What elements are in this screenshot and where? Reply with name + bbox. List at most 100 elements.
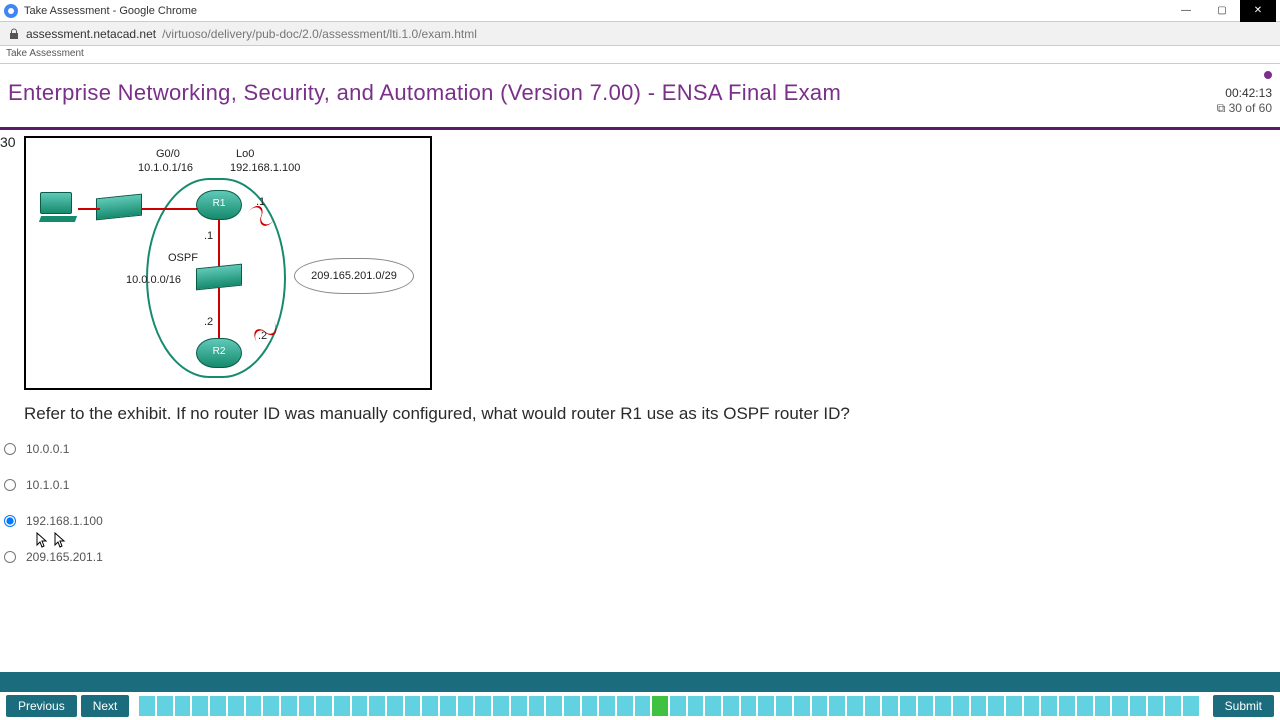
progress-cell-29[interactable]: [635, 696, 651, 716]
progress-cell-31[interactable]: [670, 696, 686, 716]
g00-ip: 10.1.0.1/16: [138, 162, 193, 174]
progress-cell-28[interactable]: [617, 696, 633, 716]
lo0-label: Lo0: [236, 148, 254, 160]
progress-cell-57[interactable]: [1130, 696, 1146, 716]
progress-cell-2[interactable]: [157, 696, 173, 716]
link: [218, 220, 220, 266]
dot2a: .2: [204, 316, 213, 328]
progress-cell-26[interactable]: [582, 696, 598, 716]
address-bar[interactable]: assessment.netacad.net/virtuoso/delivery…: [0, 22, 1280, 46]
progress-cell-44[interactable]: [900, 696, 916, 716]
pc-icon: [40, 192, 82, 222]
switch2-icon: [196, 263, 242, 290]
progress-cell-59[interactable]: [1165, 696, 1181, 716]
progress-cell-53[interactable]: [1059, 696, 1075, 716]
progress-cell-38[interactable]: [794, 696, 810, 716]
progress-cell-52[interactable]: [1041, 696, 1057, 716]
progress-cell-19[interactable]: [458, 696, 474, 716]
progress-cell-48[interactable]: [971, 696, 987, 716]
option-radio-1[interactable]: [4, 479, 16, 491]
exam-title: Enterprise Networking, Security, and Aut…: [8, 80, 841, 106]
progress-cell-22[interactable]: [511, 696, 527, 716]
option-0[interactable]: 10.0.0.1: [4, 442, 1276, 456]
window-minimize[interactable]: —: [1168, 0, 1204, 22]
exam-timer-block: 00:42:13 ⧉ 30 of 60: [1217, 70, 1272, 117]
ospf-label: OSPF: [168, 252, 198, 264]
window-close[interactable]: ✕: [1240, 0, 1276, 22]
progress-cell-56[interactable]: [1112, 696, 1128, 716]
progress-cell-34[interactable]: [723, 696, 739, 716]
progress-cell-18[interactable]: [440, 696, 456, 716]
exam-progress: ⧉ 30 of 60: [1217, 101, 1272, 115]
progress-cell-60[interactable]: [1183, 696, 1199, 716]
progress-cell-41[interactable]: [847, 696, 863, 716]
progress-cell-5[interactable]: [210, 696, 226, 716]
progress-cell-4[interactable]: [192, 696, 208, 716]
progress-cell-33[interactable]: [705, 696, 721, 716]
progress-cell-39[interactable]: [812, 696, 828, 716]
progress-cell-24[interactable]: [546, 696, 562, 716]
progress-cell-16[interactable]: [405, 696, 421, 716]
previous-button[interactable]: Previous: [6, 695, 77, 717]
progress-cell-47[interactable]: [953, 696, 969, 716]
progress-cell-25[interactable]: [564, 696, 580, 716]
option-radio-0[interactable]: [4, 443, 16, 455]
progress-cell-15[interactable]: [387, 696, 403, 716]
progress-cell-27[interactable]: [599, 696, 615, 716]
progress-cell-1[interactable]: [139, 696, 155, 716]
cloud-net: 209.165.201.0/29: [294, 258, 414, 294]
link: [78, 208, 100, 210]
dot1b: .1: [204, 230, 213, 242]
link: [142, 208, 198, 210]
window-maximize[interactable]: ▢: [1204, 0, 1240, 22]
question-content: 30 R1 R2 209.165.201.0/29 G0/0 10.1.0.1/…: [0, 130, 1280, 672]
window-titlebar: Take Assessment - Google Chrome — ▢ ✕: [0, 0, 1280, 22]
progress-cell-40[interactable]: [829, 696, 845, 716]
progress-cell-58[interactable]: [1148, 696, 1164, 716]
progress-cell-42[interactable]: [865, 696, 881, 716]
option-radio-3[interactable]: [4, 551, 16, 563]
ospf-net: 10.0.0.0/16: [126, 274, 181, 286]
progress-cell-11[interactable]: [316, 696, 332, 716]
option-1[interactable]: 10.1.0.1: [4, 478, 1276, 492]
option-label-1: 10.1.0.1: [26, 478, 69, 492]
progress-cell-3[interactable]: [175, 696, 191, 716]
progress-cell-10[interactable]: [299, 696, 315, 716]
progress-cell-20[interactable]: [475, 696, 491, 716]
progress-cell-45[interactable]: [918, 696, 934, 716]
progress-cell-23[interactable]: [529, 696, 545, 716]
progress-cell-43[interactable]: [882, 696, 898, 716]
progress-cell-8[interactable]: [263, 696, 279, 716]
option-radio-2[interactable]: [4, 515, 16, 527]
progress-cell-54[interactable]: [1077, 696, 1093, 716]
progress-cell-32[interactable]: [688, 696, 704, 716]
progress-cell-51[interactable]: [1024, 696, 1040, 716]
progress-cell-49[interactable]: [988, 696, 1004, 716]
option-3[interactable]: 209.165.201.1: [4, 550, 1276, 564]
option-2[interactable]: 192.168.1.100: [4, 514, 1276, 528]
window-title: Take Assessment - Google Chrome: [24, 5, 197, 17]
progress-cell-13[interactable]: [352, 696, 368, 716]
progress-cell-55[interactable]: [1095, 696, 1111, 716]
progress-cell-9[interactable]: [281, 696, 297, 716]
dot2b: .2: [258, 330, 267, 342]
progress-cell-30[interactable]: [652, 696, 668, 716]
progress-cell-17[interactable]: [422, 696, 438, 716]
progress-cell-35[interactable]: [741, 696, 757, 716]
chrome-favicon: [4, 4, 18, 18]
lock-icon: [8, 28, 20, 40]
progress-cell-36[interactable]: [758, 696, 774, 716]
progress-cell-6[interactable]: [228, 696, 244, 716]
progress-cell-37[interactable]: [776, 696, 792, 716]
next-button[interactable]: Next: [81, 695, 130, 717]
submit-button[interactable]: Submit: [1213, 695, 1274, 717]
progress-cell-21[interactable]: [493, 696, 509, 716]
progress-cell-46[interactable]: [935, 696, 951, 716]
question-text: Refer to the exhibit. If no router ID wa…: [24, 404, 1276, 424]
lo0-ip: 192.168.1.100: [230, 162, 300, 174]
dot1a: .1: [256, 196, 265, 208]
progress-cell-7[interactable]: [246, 696, 262, 716]
progress-cell-14[interactable]: [369, 696, 385, 716]
progress-cell-12[interactable]: [334, 696, 350, 716]
progress-cell-50[interactable]: [1006, 696, 1022, 716]
